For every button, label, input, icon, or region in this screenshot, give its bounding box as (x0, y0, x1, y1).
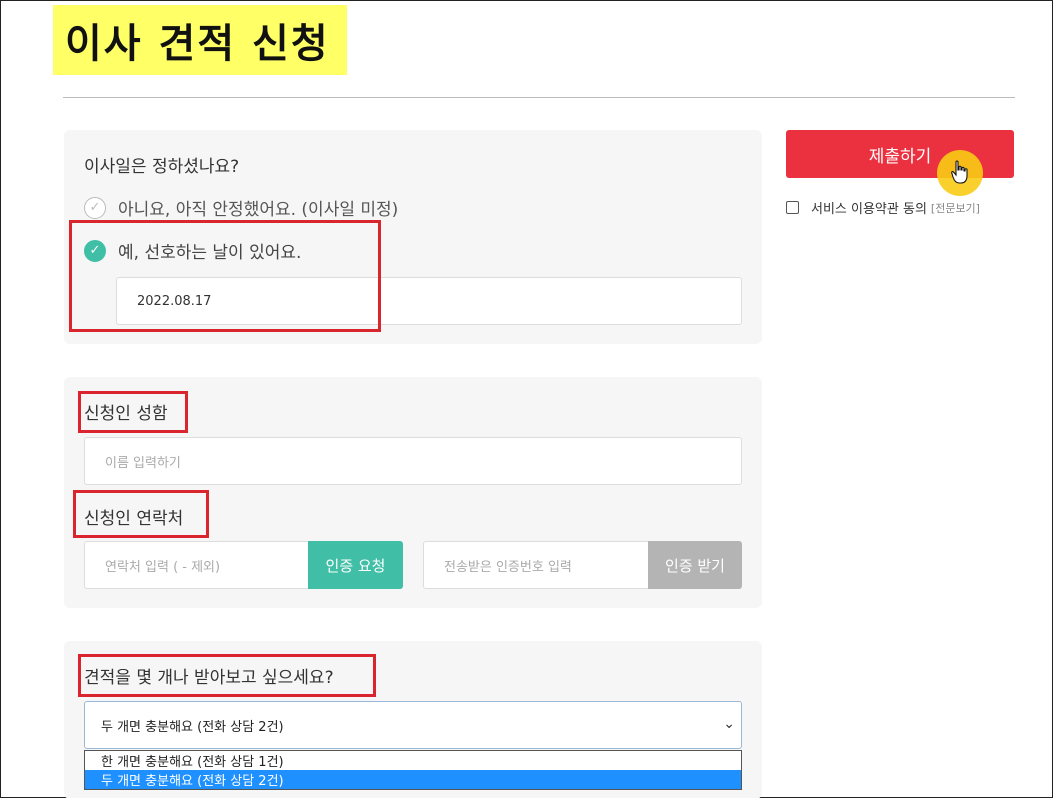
page-title-highlight: 이사 견적 신청 (53, 5, 347, 75)
quotes-option-2[interactable]: 두 개면 충분해요 (전화 상담 2건) (85, 770, 741, 789)
receive-verification-button[interactable]: 인증 받기 (648, 541, 742, 589)
terms-link[interactable]: [전문보기] (931, 200, 980, 216)
verification-code-input[interactable]: 전송받은 인증번호 입력 (423, 541, 649, 589)
move-date-question: 이사일은 정하셨나요? (84, 157, 240, 177)
cursor-highlight (937, 150, 983, 196)
check-icon: ✓ (84, 196, 106, 219)
submit-button-label: 제출하기 (868, 146, 932, 167)
quotes-select-value: 두 개면 충분해요 (전화 상담 2건) (101, 719, 284, 735)
hand-pointer-icon (951, 160, 968, 184)
title-divider (63, 97, 1015, 98)
annotation-box (78, 391, 188, 433)
terms-agreement[interactable]: 서비스 이용약관 동의 [전문보기] (786, 198, 980, 217)
option-undecided[interactable]: ✓ 아니요, 아직 안정했어요. (이사일 미정) (84, 195, 398, 220)
quotes-dropdown-list: 한 개면 충분해요 (전화 상담 1건) 두 개면 충분해요 (전화 상담 2건… (84, 750, 742, 790)
page-title: 이사 견적 신청 (65, 21, 330, 67)
phone-input[interactable]: 연락처 입력 ( - 제외) (84, 541, 309, 589)
name-input[interactable]: 이름 입력하기 (84, 437, 742, 485)
terms-checkbox[interactable] (786, 201, 799, 214)
quotes-select[interactable]: 두 개면 충분해요 (전화 상담 2건) ⌄ (84, 701, 742, 749)
terms-label: 서비스 이용약관 동의 (811, 202, 927, 217)
annotation-box (78, 654, 376, 697)
quotes-option-1[interactable]: 한 개면 충분해요 (전화 상담 1건) (85, 751, 741, 770)
option-undecided-label: 아니요, 아직 안정했어요. (이사일 미정) (118, 200, 399, 220)
annotation-box (73, 490, 209, 538)
annotation-box (69, 220, 381, 332)
request-verification-button[interactable]: 인증 요청 (308, 541, 403, 589)
chevron-down-icon: ⌄ (723, 716, 735, 732)
